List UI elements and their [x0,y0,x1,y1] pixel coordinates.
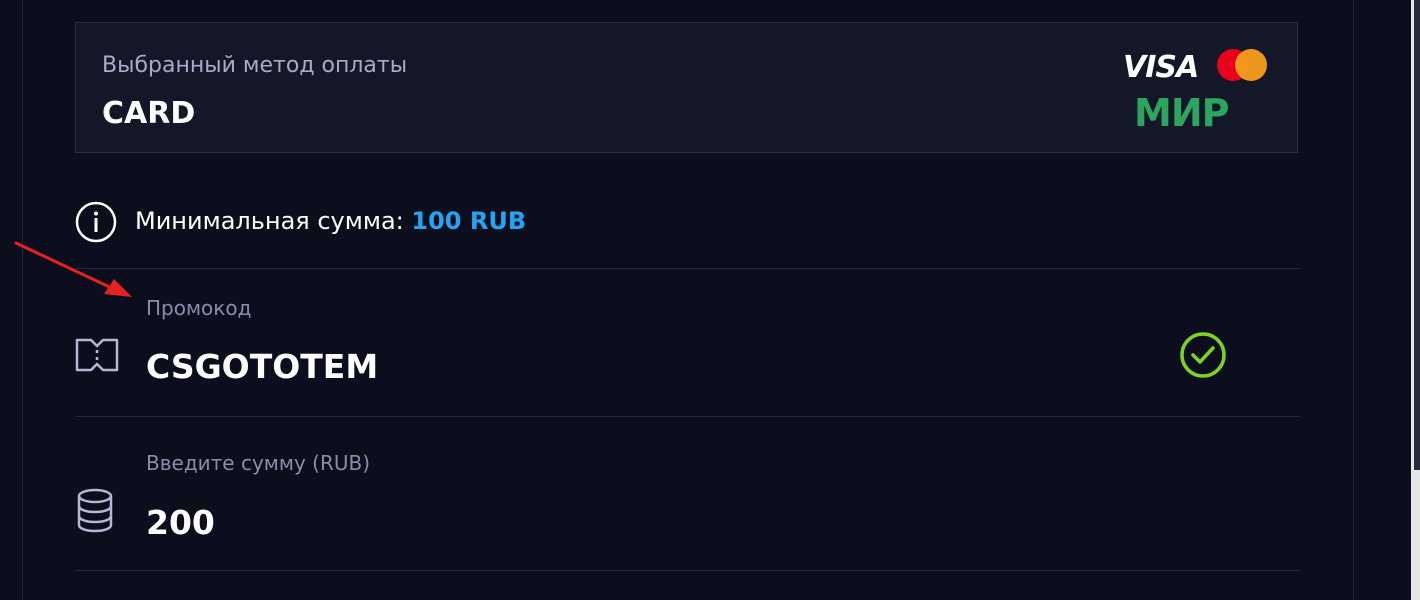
payment-method-value: CARD [102,96,196,131]
check-circle-icon [1180,332,1226,378]
ticket-icon [75,338,119,372]
panel-right-border [1353,0,1354,600]
amount-label: Введите сумму (RUB) [146,451,371,475]
mastercard-logo [1217,49,1269,81]
promo-code-input[interactable]: CSGOTOTEM [146,347,378,386]
mir-logo: МИР [1134,91,1229,135]
selected-payment-method-card[interactable]: Выбранный метод оплаты CARD VISA МИР [75,22,1298,153]
amount-field[interactable]: Введите сумму (RUB) 200 [75,417,1300,571]
payment-method-label: Выбранный метод оплаты [102,53,408,78]
scrollbar-thumb[interactable] [1414,0,1420,470]
annotation-arrow [14,241,132,297]
minimum-amount-value: 100 RUB [411,207,527,235]
divider [75,570,1300,571]
visa-logo: VISA [1123,50,1199,85]
minimum-amount-label: Минимальная сумма: [135,207,404,235]
promo-code-field[interactable]: Промокод CSGOTOTEM [75,269,1300,415]
minimum-amount-text: Минимальная сумма: 100 RUB [135,207,526,235]
coins-stack-icon [77,488,113,533]
promo-code-label: Промокод [146,296,252,320]
amount-input[interactable]: 200 [146,503,215,542]
